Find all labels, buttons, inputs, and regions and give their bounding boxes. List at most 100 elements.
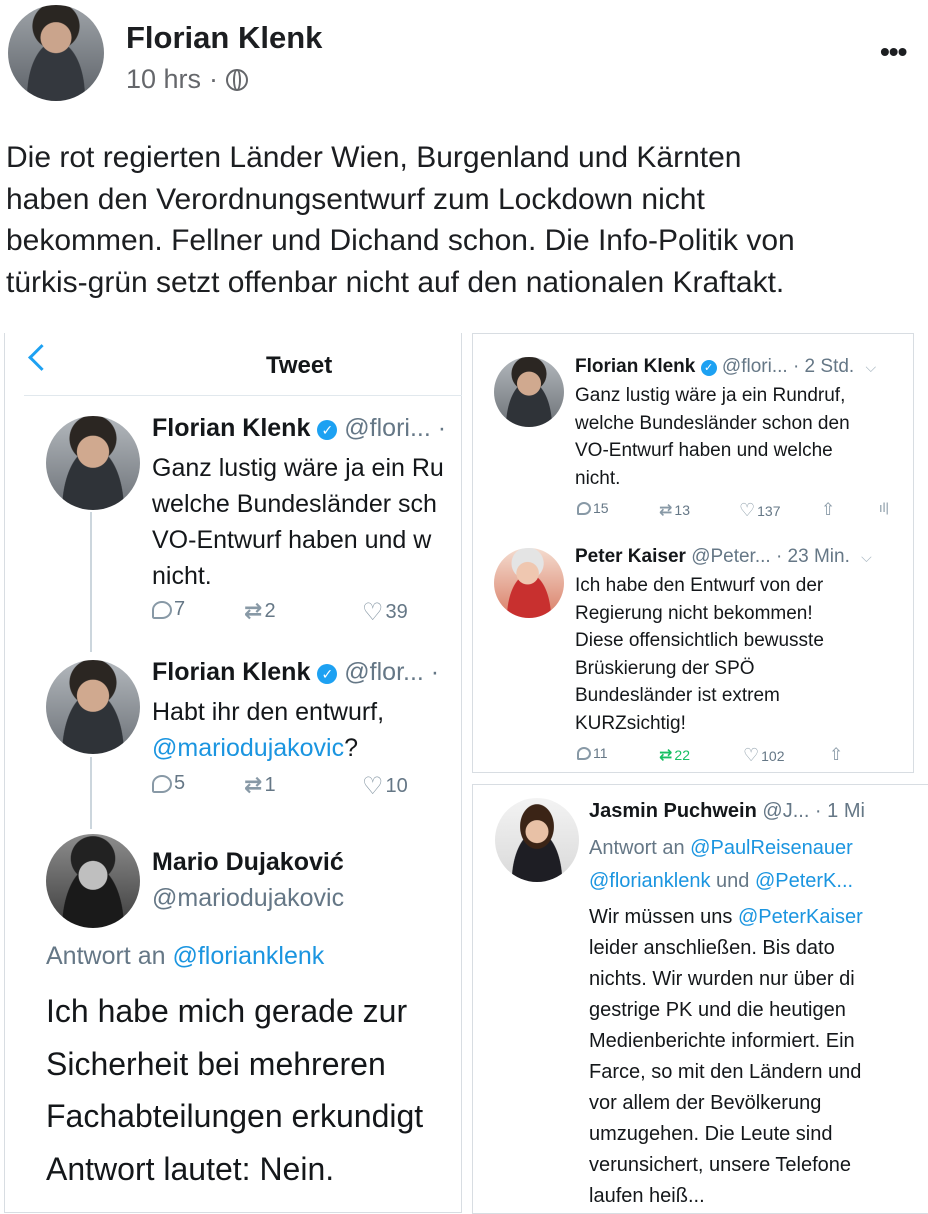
reply-button[interactable]: 15 [577, 500, 609, 516]
tweet-header: Florian Klenk ✓ @flori... · [152, 414, 446, 443]
tweet-header: Peter Kaiser @Peter... · 23 Min. ⌵ [575, 546, 872, 568]
post-time[interactable]: 10 hrs [126, 64, 201, 95]
retweet-button[interactable]: ⇄ 1 [244, 772, 276, 798]
like-count: 137 [757, 502, 781, 519]
like-button[interactable]: ♡ 10 [362, 772, 408, 801]
tweet-text-line: Farce, so mit den Ländern und [589, 1061, 862, 1083]
tweet-author-name[interactable]: Peter Kaiser [575, 546, 686, 567]
reply-button[interactable]: 7 [152, 598, 185, 621]
post-meta: 10 hrs · [126, 64, 249, 95]
tweet-author-name[interactable]: Mario Dujaković [152, 848, 344, 877]
retweet-button[interactable]: ⇄ 13 [659, 500, 690, 520]
tweet-handle[interactable]: @flori... · [344, 414, 446, 442]
retweet-count: 2 [264, 599, 276, 622]
tweet-text-line: Antwort lautet: Nein. [46, 1150, 335, 1187]
retweet-button[interactable]: ⇄ 22 [659, 745, 690, 765]
tweet-text-line: Wir müssen uns @PeterKaiser [589, 902, 928, 933]
verified-badge-icon: ✓ [317, 664, 338, 684]
tweet-handle[interactable]: @J... · 1 Mi [762, 800, 865, 822]
globe-icon [226, 68, 249, 91]
reply-button[interactable]: 11 [577, 745, 608, 761]
tweet-text-line: nicht. [575, 467, 621, 489]
tweet-text-line: nichts. Wir wurden nur über di [589, 968, 855, 990]
tweet-text: Ganz lustig wäre ja ein Rundruf, welche … [575, 382, 850, 492]
like-count: 102 [761, 747, 785, 764]
reply-count: 5 [174, 772, 186, 794]
reply-count: 7 [174, 598, 186, 620]
share-button[interactable]: ⇧ [821, 500, 835, 520]
chevron-down-icon[interactable]: ⌵ [861, 549, 872, 565]
avatar[interactable] [46, 660, 140, 754]
mention-link[interactable]: @PaulReisenauer [690, 837, 853, 859]
retweet-icon: ⇄ [659, 502, 673, 519]
analytics-button[interactable]: ıl| [879, 500, 889, 515]
tweet-text-line: Brüskierung der SPÖ [575, 657, 755, 679]
retweet-count: 22 [674, 747, 690, 763]
reply-to-label: Antwort an [46, 942, 173, 970]
tweet-header: Florian Klenk ✓ @flor... · [152, 658, 439, 687]
avatar[interactable] [494, 548, 564, 618]
chevron-down-icon[interactable]: ⌵ [865, 359, 876, 375]
meta-separator: · [209, 64, 219, 94]
tweet-text-line: Ganz lustig wäre ja ein Rundruf, [575, 385, 846, 406]
tweet-text: Ganz lustig wäre ja ein Ru welche Bundes… [152, 450, 462, 594]
reply-to-line: Antwort an @florianklenk [46, 942, 324, 971]
reply-to-label: Antwort an [589, 837, 691, 859]
tweet-text-line: leider anschließen. Bis dato [589, 937, 835, 959]
avatar[interactable] [46, 416, 140, 510]
retweet-icon: ⇄ [244, 772, 263, 797]
reply-count: 11 [593, 745, 608, 761]
tweet-text-line: VO-Entwurf haben und w [152, 526, 432, 554]
like-button[interactable]: ♡ 137 [739, 500, 781, 521]
avatar[interactable] [46, 834, 140, 928]
reply-count: 15 [593, 500, 609, 516]
heart-icon: ♡ [739, 500, 756, 520]
verified-badge-icon: ✓ [317, 420, 338, 440]
post-text-line: haben den Verordnungsentwurf zum Lockdow… [6, 182, 705, 216]
reply-icon [152, 774, 172, 793]
avatar[interactable] [494, 357, 564, 427]
more-options-icon[interactable]: ••• [880, 36, 907, 68]
text-prefix: Wir müssen uns [589, 906, 738, 928]
tweet-author-name[interactable]: Florian Klenk [152, 414, 310, 442]
avatar[interactable] [495, 798, 579, 882]
author-name[interactable]: Florian Klenk [126, 20, 322, 56]
retweet-count: 13 [674, 502, 690, 518]
reply-connector: und [710, 870, 755, 892]
reply-button[interactable]: 5 [152, 772, 185, 795]
tweet-text-line: nicht. [152, 562, 212, 590]
tweet-author-name[interactable]: Florian Klenk [575, 356, 695, 377]
reply-to-line: Antwort an @PaulReisenauer @florianklenk… [589, 832, 853, 898]
tweet-text-line: Medienberichte informiert. Ein [589, 1030, 855, 1052]
mention-link[interactable]: @PeterK... [755, 870, 853, 892]
tweet-author-name[interactable]: Florian Klenk [152, 658, 310, 686]
thread-line [90, 512, 92, 652]
like-button[interactable]: ♡ 102 [743, 745, 785, 766]
tweet-text-line: Ich habe den Entwurf von der [575, 575, 824, 596]
tweet-handle[interactable]: @flori... · 2 Std. [722, 356, 854, 377]
tweet-text: Ich habe mich gerade zur Sicherheit bei … [46, 985, 462, 1195]
mention-link[interactable]: @PeterKaiser [738, 906, 863, 928]
tweet-handle[interactable]: @flor... · [344, 658, 439, 686]
post-text: Die rot regierten Länder Wien, Burgenlan… [6, 137, 928, 303]
tweet-text-line: Habt ihr den entwurf, [152, 698, 385, 726]
post-text-line: bekommen. Fellner und Dichand schon. Die… [6, 224, 795, 257]
share-button[interactable]: ⇧ [829, 745, 843, 765]
tweet-text: Habt ihr den entwurf, @mariodujakovic? [152, 694, 462, 766]
author-avatar[interactable] [8, 5, 104, 101]
mention-link[interactable]: @florianklenk [589, 870, 710, 892]
mention-link[interactable]: @florianklenk [172, 942, 324, 970]
tweet-text-line: laufen heiß... [589, 1185, 705, 1207]
mention-link[interactable]: @mariodujakovic [152, 734, 344, 762]
tweet-handle[interactable]: @Peter... · 23 Min. [691, 546, 850, 567]
tweet-text-line: Diese offensichtlich bewusste [575, 630, 824, 651]
verified-badge-icon: ✓ [700, 360, 717, 376]
tweet-text-line: Ich habe mich gerade zur [46, 993, 408, 1029]
tweet-text-line: umzugehen. Die Leute sind [589, 1123, 833, 1145]
tweet-handle[interactable]: @mariodujakovic [152, 884, 344, 913]
retweet-button[interactable]: ⇄ 2 [244, 598, 276, 624]
tweet-header-title: Tweet [266, 352, 333, 379]
tweet-text-line: Fachabteilungen erkundigt [46, 1098, 424, 1134]
like-button[interactable]: ♡ 39 [362, 598, 408, 627]
tweet-author-name[interactable]: Jasmin Puchwein [589, 800, 757, 822]
